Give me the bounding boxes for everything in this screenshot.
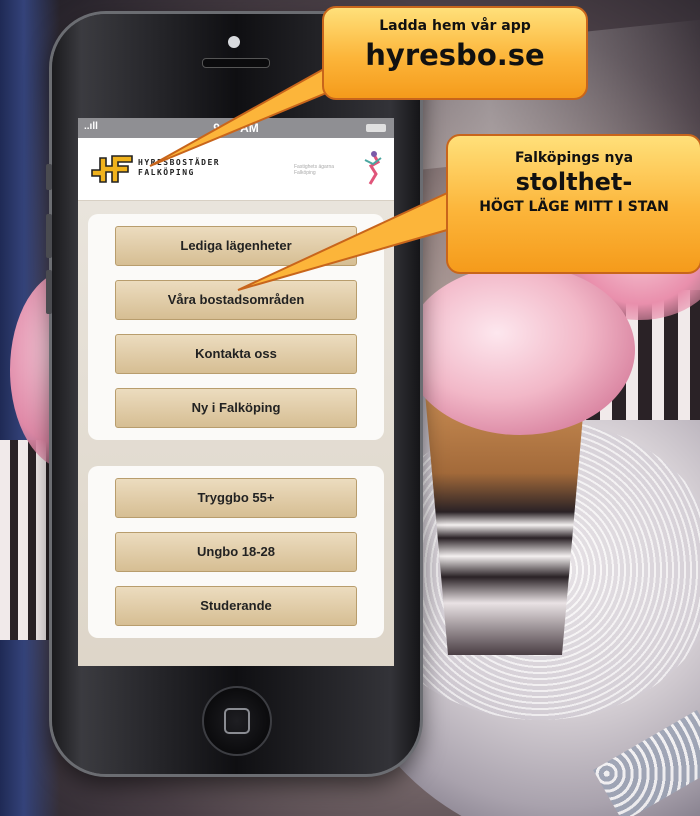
partner-logo-text: Fastighets ägarna Falköping bbox=[294, 164, 335, 176]
menu-button-kontakta-oss[interactable]: Kontakta oss bbox=[115, 334, 357, 374]
menu-button-vara-bostadsomraden[interactable]: Våra bostadsområden bbox=[115, 280, 357, 320]
hf-logo-icon[interactable] bbox=[90, 152, 134, 186]
callout-falkoping-pride: Falköpings nya stolthet- HÖGT LÄGE MITT … bbox=[446, 134, 700, 274]
status-time: 9:20 AM bbox=[213, 121, 259, 135]
callout-app-url[interactable]: hyresbo.se bbox=[324, 38, 586, 72]
callout-pride-line-2: stolthet- bbox=[515, 168, 633, 196]
logo-line-2: FALKÖPING bbox=[138, 168, 195, 177]
mute-switch[interactable] bbox=[46, 164, 52, 190]
menu-card-housing-types: Tryggbo 55+ Ungbo 18-28 Studerande bbox=[88, 466, 384, 638]
logo-wordmark: HYRESBOSTÄDER FALKÖPING bbox=[138, 158, 220, 178]
menu-button-ungbo[interactable]: Ungbo 18-28 bbox=[115, 532, 357, 572]
front-camera bbox=[228, 36, 240, 48]
home-square-icon bbox=[224, 708, 250, 734]
status-bar: ..ıll 9:20 AM bbox=[78, 118, 394, 138]
menu-button-tryggbo[interactable]: Tryggbo 55+ bbox=[115, 478, 357, 518]
phone-screen: ..ıll 9:20 AM HYRESBOSTÄDER FALKÖPING Fa… bbox=[78, 118, 394, 666]
menu-button-lediga-lagenheter[interactable]: Lediga lägenheter bbox=[115, 226, 357, 266]
logo-line-1: HYRESBOSTÄDER bbox=[138, 158, 221, 167]
battery-icon bbox=[366, 124, 386, 132]
callout-app-line-1: Ladda hem vår app bbox=[379, 18, 531, 34]
dancer-logo-icon bbox=[364, 151, 382, 185]
callout-pride-line-1: Falköpings nya bbox=[514, 150, 634, 166]
app-header: HYRESBOSTÄDER FALKÖPING Fastighets ägarn… bbox=[78, 138, 394, 201]
menu-card-main: Lediga lägenheter Våra bostadsområden Ko… bbox=[88, 214, 384, 440]
menu-button-ny-i-falkoping[interactable]: Ny i Falköping bbox=[115, 388, 357, 428]
earpiece-speaker bbox=[202, 58, 270, 68]
home-button-icon[interactable] bbox=[202, 686, 272, 756]
menu-button-studerande[interactable]: Studerande bbox=[115, 586, 357, 626]
partner-logo: Fastighets ägarna Falköping bbox=[294, 148, 384, 188]
callout-pride-line-3: HÖGT LÄGE MITT I STAN bbox=[479, 199, 669, 215]
smartphone: ..ıll 9:20 AM HYRESBOSTÄDER FALKÖPING Fa… bbox=[46, 14, 420, 774]
callout-download-app: Ladda hem vår app hyresbo.se bbox=[322, 6, 588, 100]
app-body: Lediga lägenheter Våra bostadsområden Ko… bbox=[78, 201, 394, 666]
volume-up-button[interactable] bbox=[46, 214, 52, 258]
volume-down-button[interactable] bbox=[46, 270, 52, 314]
background-frosting bbox=[405, 265, 635, 435]
